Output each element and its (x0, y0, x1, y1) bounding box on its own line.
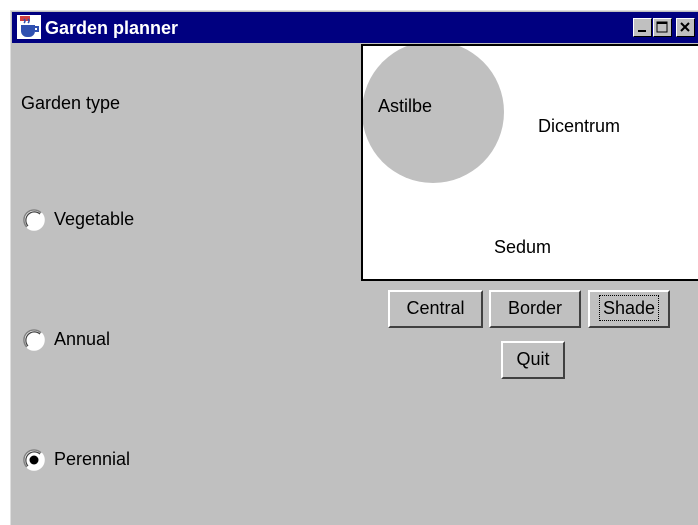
central-button[interactable]: Central (388, 290, 483, 328)
minimize-button[interactable] (633, 18, 652, 37)
radio-label-vegetable: Vegetable (54, 209, 135, 229)
central-button-label: Central (406, 298, 465, 318)
radio-label-annual: Annual (54, 329, 111, 349)
close-icon (680, 22, 690, 32)
radio-unchecked-icon[interactable] (21, 207, 47, 233)
quit-button[interactable]: Quit (501, 341, 565, 379)
shade-button-label: Shade (598, 295, 660, 321)
radio-checked-icon[interactable] (21, 447, 47, 473)
title-bar[interactable]: Garden planner (12, 12, 698, 43)
minimize-icon (638, 30, 646, 32)
quit-button-label: Quit (516, 349, 550, 369)
garden-planner-window: Garden planner Garden type Vegetable Ann… (10, 10, 698, 525)
radio-label-perennial: Perennial (54, 449, 131, 469)
plant-label-sedum: Sedum (494, 237, 552, 257)
garden-type-label: Garden type (21, 93, 121, 113)
plant-label-astilbe: Astilbe (378, 96, 433, 116)
border-button[interactable]: Border (489, 290, 581, 328)
maximize-icon (656, 21, 668, 33)
shade-button[interactable]: Shade (588, 290, 670, 328)
plant-label-dicentrum: Dicentrum (538, 116, 621, 136)
border-button-label: Border (507, 298, 563, 318)
window-title: Garden planner (45, 18, 179, 38)
maximize-button[interactable] (653, 18, 672, 37)
garden-canvas[interactable]: Astilbe Dicentrum Sedum (361, 44, 698, 281)
java-cup-icon (17, 15, 41, 39)
close-button[interactable] (676, 18, 695, 37)
radio-unchecked-icon[interactable] (21, 327, 47, 353)
